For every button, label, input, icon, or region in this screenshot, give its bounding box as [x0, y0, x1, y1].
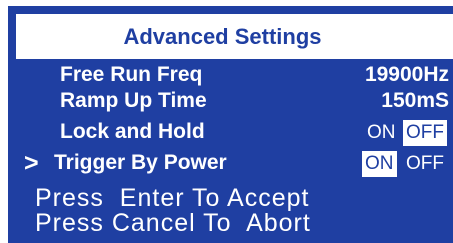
- screen-title: Advanced Settings: [123, 23, 322, 49]
- abort-instruction: Press Cancel To Abort: [35, 209, 311, 237]
- toggle-off-selected[interactable]: OFF: [403, 120, 447, 146]
- setting-row-ramp-up-time[interactable]: Ramp Up Time 150mS: [8, 89, 453, 117]
- setting-row-lock-and-hold[interactable]: Lock and Hold ON OFF: [8, 120, 453, 148]
- title-bar: Advanced Settings: [16, 14, 453, 59]
- device-screen: Advanced Settings Free Run Freq 19900Hz …: [8, 6, 453, 243]
- setting-label: Ramp Up Time: [60, 89, 207, 112]
- setting-value: 19900Hz: [364, 63, 449, 86]
- toggle-off[interactable]: OFF: [403, 151, 447, 177]
- toggle-on[interactable]: ON: [364, 120, 399, 146]
- setting-label: Lock and Hold: [60, 120, 205, 143]
- setting-label: Free Run Freq: [60, 63, 203, 86]
- setting-label: Trigger By Power: [54, 151, 227, 174]
- setting-value: 150mS: [381, 89, 449, 112]
- setting-row-free-run-freq[interactable]: Free Run Freq 19900Hz: [8, 63, 453, 91]
- selection-cursor-icon: >: [24, 149, 39, 177]
- setting-row-trigger-by-power[interactable]: > Trigger By Power ON OFF: [8, 149, 453, 179]
- toggle-on-selected[interactable]: ON: [362, 151, 397, 177]
